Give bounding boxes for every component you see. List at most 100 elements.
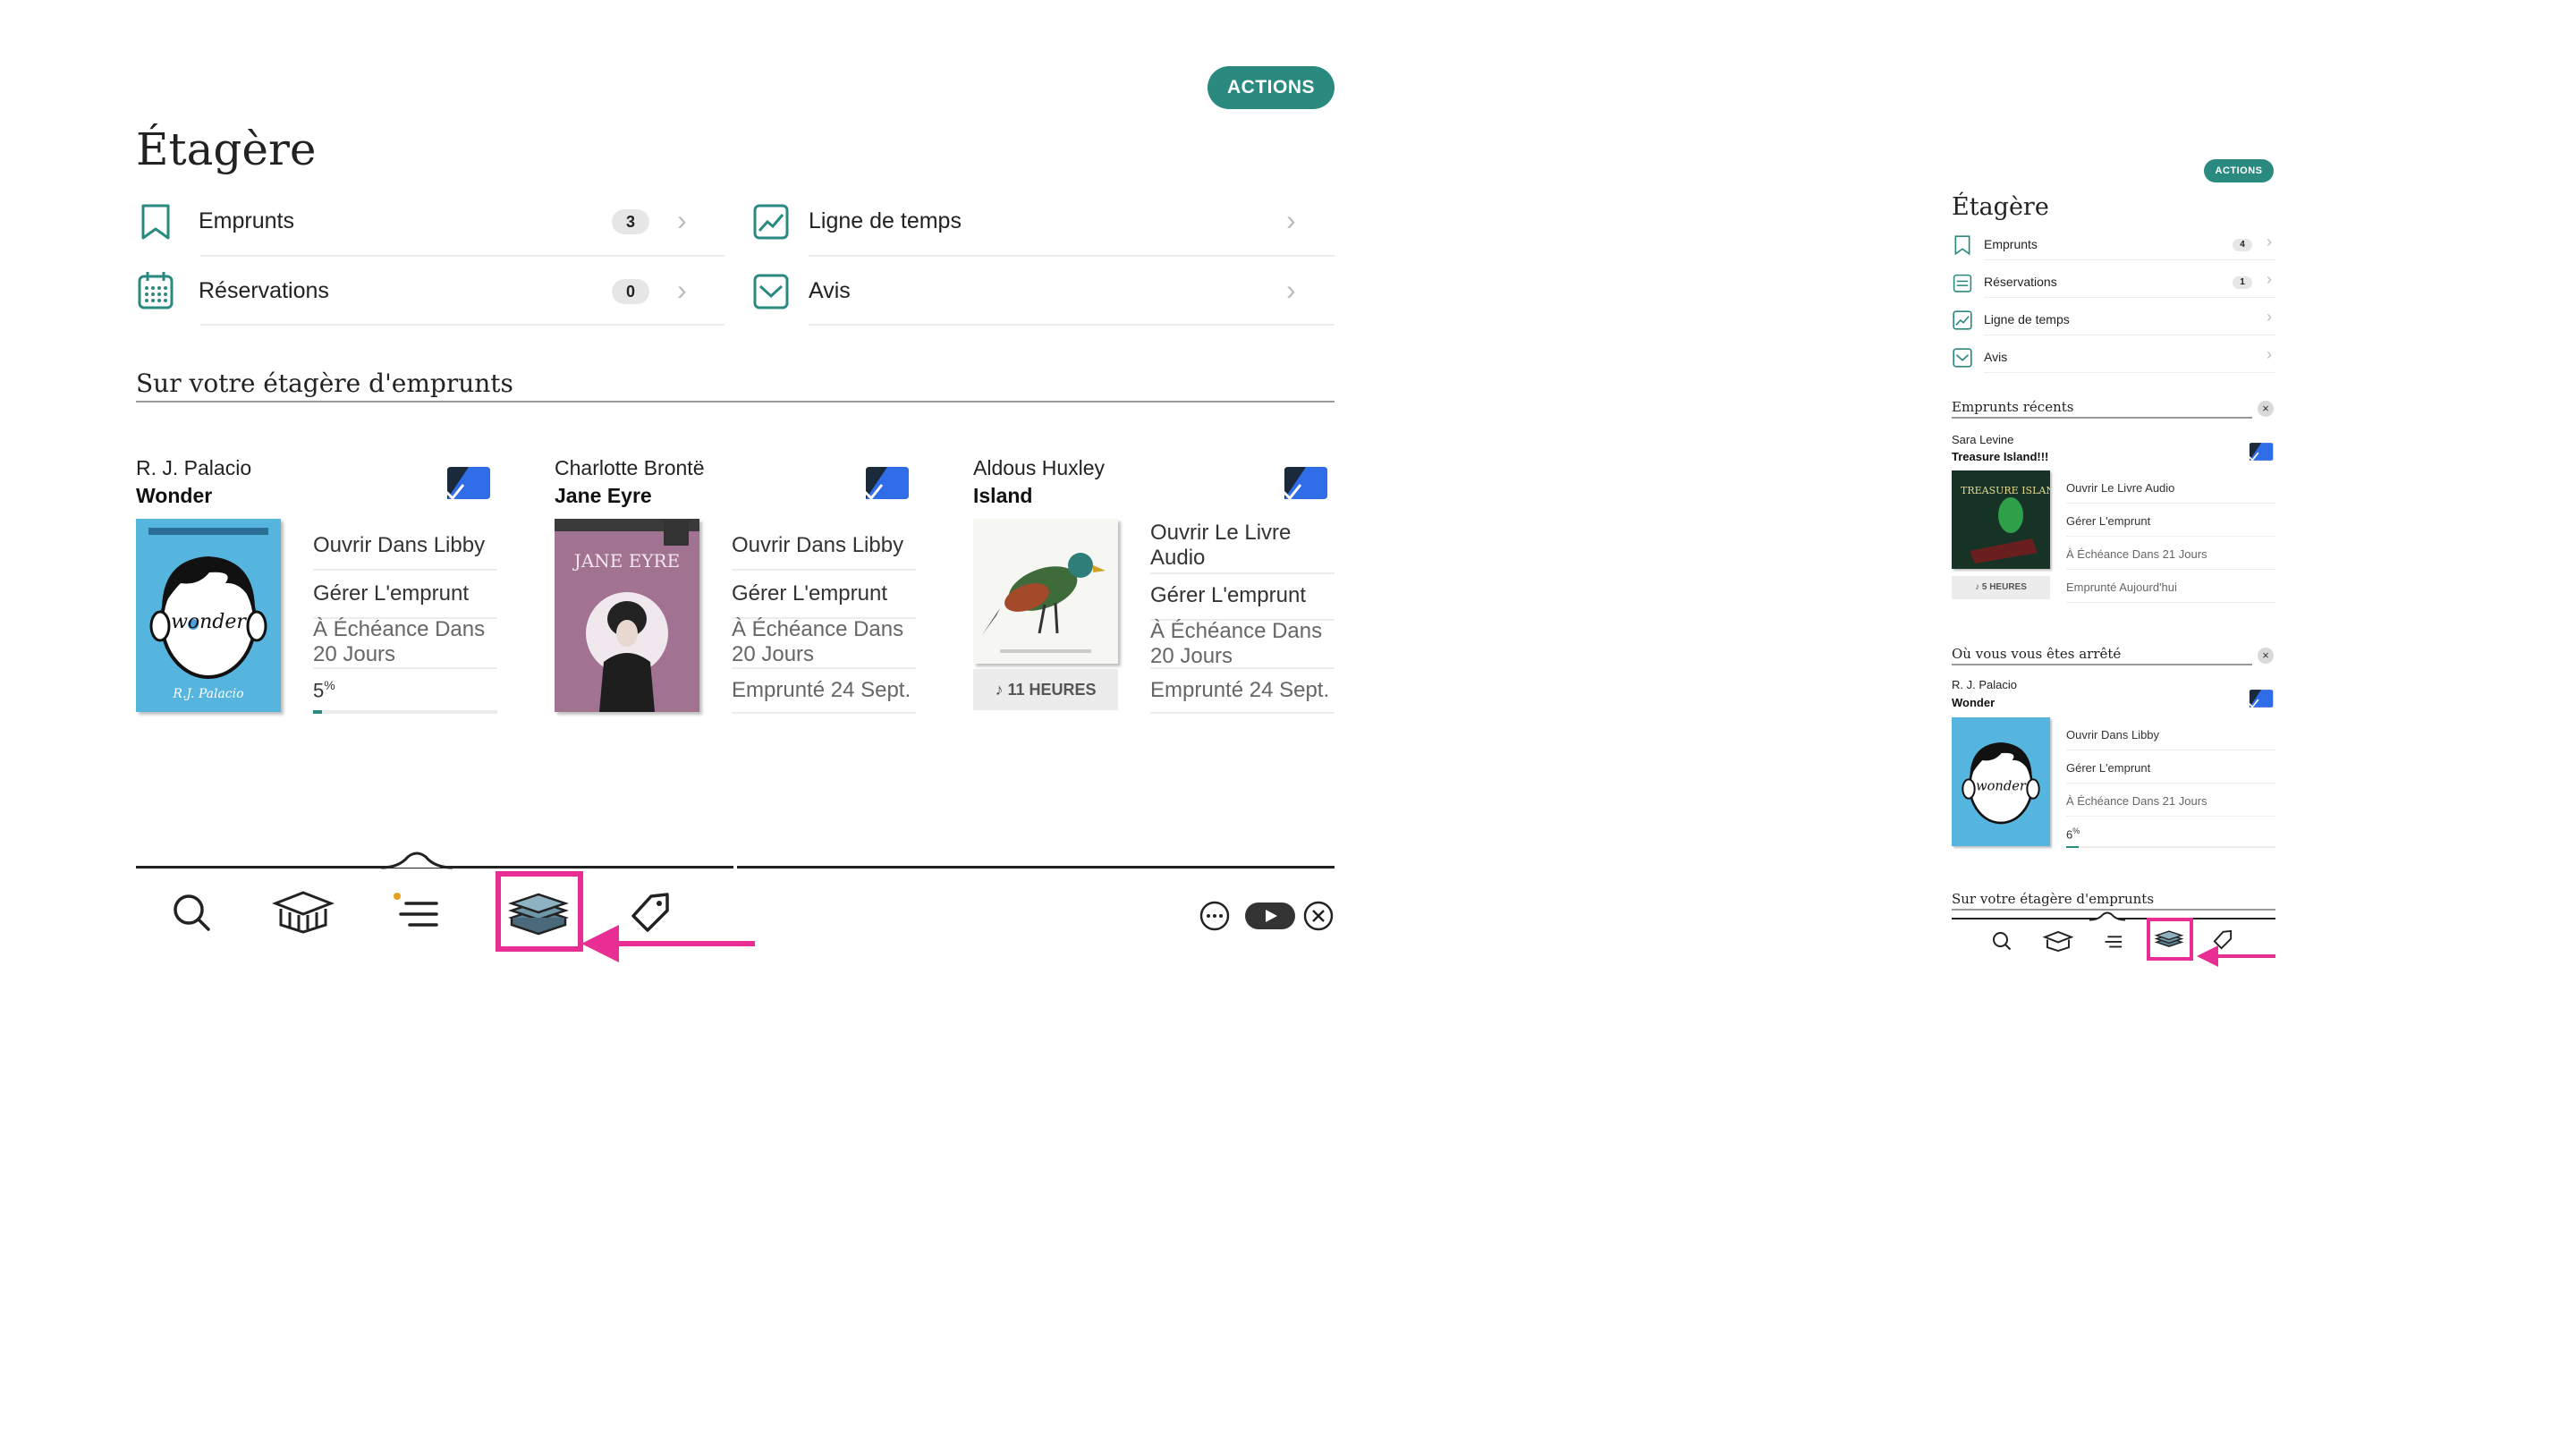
count-badge: 4 (2233, 239, 2252, 251)
actions-button[interactable]: ACTIONS (2204, 159, 2274, 182)
close-section-button[interactable]: × (2258, 648, 2274, 664)
menu-ligne-de-temps[interactable]: Ligne de temps › (751, 199, 1335, 258)
menu-label: Réservations (1984, 275, 2057, 289)
book-cover[interactable]: TREASURE ISLAND!!! (1952, 470, 2050, 569)
book-author: R. J. Palacio (1952, 678, 2017, 691)
open-in-libby-button[interactable]: Ouvrir Dans Libby (2066, 728, 2159, 741)
nav-notch (2089, 911, 2125, 921)
book-cover[interactable]: wonder (1952, 717, 2050, 846)
treasure-island-cover-art: TREASURE ISLAND!!! (1952, 470, 2050, 569)
chevron-right-icon: › (2267, 233, 2272, 250)
progress-label: 6% (2066, 826, 2080, 842)
menu-icon[interactable] (2100, 930, 2123, 952)
menu-avis[interactable]: Avis › (1952, 345, 2275, 370)
library-icon[interactable] (2043, 930, 2073, 952)
menu-ligne-de-temps[interactable]: Ligne de temps › (1952, 308, 2275, 333)
menu-label: Ligne de temps (809, 208, 962, 233)
section-title: Sur votre étagère d'emprunts (136, 369, 513, 398)
divider (1984, 259, 2275, 260)
send-to-device-icon[interactable] (2247, 689, 2274, 708)
due-date-label[interactable]: À Échéance Dans 21 Jours (2066, 794, 2207, 808)
shelf-highlight-box (496, 871, 583, 952)
divider (1150, 712, 1335, 714)
book-author: Aldous Huxley (973, 456, 1106, 479)
chevron-right-icon: › (677, 274, 687, 306)
manage-loan-button[interactable]: Gérer L'emprunt (2066, 761, 2150, 775)
book-title[interactable]: Wonder (136, 484, 212, 508)
search-icon[interactable] (1991, 930, 2012, 952)
timeline-icon (753, 204, 789, 240)
divider (2066, 569, 2275, 570)
svg-text:R.J. Palacio: R.J. Palacio (172, 687, 243, 701)
menu-avis[interactable]: Avis › (751, 268, 1335, 327)
divider (1150, 667, 1335, 669)
nav-notch (381, 852, 453, 869)
headphones-icon: ♪ (1975, 582, 1982, 592)
section-title: Où vous vous êtes arrêté (1952, 646, 2122, 662)
send-to-device-icon[interactable] (444, 465, 490, 501)
close-icon[interactable] (1302, 900, 1335, 932)
chevron-right-icon: › (2267, 270, 2272, 288)
send-to-device-icon[interactable] (862, 465, 909, 501)
calendar-icon (1953, 274, 1972, 292)
due-date-label[interactable]: À Échéance Dans 21 Jours (2066, 547, 2207, 561)
menu-icon[interactable] (390, 891, 440, 934)
divider (313, 569, 497, 571)
divider (200, 324, 724, 326)
menu-reservations[interactable]: Réservations 0 › (136, 268, 699, 327)
progress-bar (313, 710, 497, 714)
due-date-label[interactable]: À Échéance Dans 20 Jours (313, 617, 492, 667)
manage-loan-button[interactable]: Gérer L'emprunt (313, 581, 501, 606)
menu-emprunts[interactable]: Emprunts 4 › (1952, 233, 2275, 258)
bookmark-icon (1954, 235, 1970, 256)
svg-text:wonder: wonder (1976, 778, 2027, 793)
duration-badge: ♪ 11 HEURES (973, 669, 1118, 710)
actions-button[interactable]: ACTIONS (1208, 66, 1335, 109)
manage-loan-button[interactable]: Gérer L'emprunt (1150, 583, 1338, 608)
chevron-right-icon: › (2267, 345, 2272, 363)
divider (2066, 602, 2275, 603)
menu-label: Réservations (199, 278, 329, 303)
borrowed-date-label: Emprunté Aujourd'hui (2066, 580, 2177, 594)
due-date-label[interactable]: À Échéance Dans 20 Jours (732, 617, 911, 667)
menu-label: Ligne de temps (1984, 312, 2070, 326)
svg-text:TREASURE ISLAND!!!: TREASURE ISLAND!!! (1961, 485, 2050, 496)
open-audiobook-button[interactable]: Ouvrir Le Livre Audio (1150, 521, 1329, 571)
progress-label: 5% (313, 678, 335, 702)
open-audiobook-button[interactable]: Ouvrir Le Livre Audio (2066, 481, 2174, 495)
divider (200, 255, 724, 257)
send-to-device-icon[interactable] (2247, 442, 2274, 462)
calendar-icon (138, 272, 174, 309)
search-icon[interactable] (170, 891, 213, 934)
more-options-icon[interactable] (1199, 900, 1231, 932)
headphones-icon: ♪ (995, 681, 1008, 699)
book-title[interactable]: Treasure Island!!! (1952, 450, 2048, 463)
timeline-icon (1953, 310, 1972, 330)
menu-reservations[interactable]: Réservations 1 › (1952, 270, 2275, 295)
send-to-device-icon[interactable] (1281, 465, 1327, 501)
envelope-icon (1953, 348, 1972, 368)
page-title: Étagère (1952, 193, 2049, 221)
book-cover[interactable] (973, 519, 1118, 664)
open-in-libby-button[interactable]: Ouvrir Dans Libby (732, 533, 919, 558)
due-date-label[interactable]: À Échéance Dans 20 Jours (1150, 619, 1329, 669)
close-section-button[interactable]: × (2258, 401, 2274, 417)
chevron-right-icon: › (1286, 204, 1296, 236)
chevron-right-icon: › (1286, 274, 1296, 306)
divider (809, 255, 1335, 257)
book-cover[interactable]: wonder R.J. Palacio (136, 519, 281, 712)
library-icon[interactable] (272, 889, 335, 934)
menu-emprunts[interactable]: Emprunts 3 › (136, 199, 699, 258)
book-title[interactable]: Island (973, 484, 1032, 508)
shelf-highlight-box (2147, 918, 2193, 961)
book-title[interactable]: Wonder (1952, 696, 1995, 709)
book-author: Sara Levine (1952, 433, 2014, 446)
wonder-cover-art: wonder R.J. Palacio (136, 519, 281, 712)
envelope-icon (753, 274, 789, 309)
play-icon[interactable] (1243, 900, 1297, 932)
open-in-libby-button[interactable]: Ouvrir Dans Libby (313, 533, 501, 558)
book-cover[interactable]: JANE EYRE (555, 519, 699, 712)
manage-loan-button[interactable]: Gérer L'emprunt (732, 581, 919, 606)
book-title[interactable]: Jane Eyre (555, 484, 652, 508)
manage-loan-button[interactable]: Gérer L'emprunt (2066, 514, 2150, 528)
